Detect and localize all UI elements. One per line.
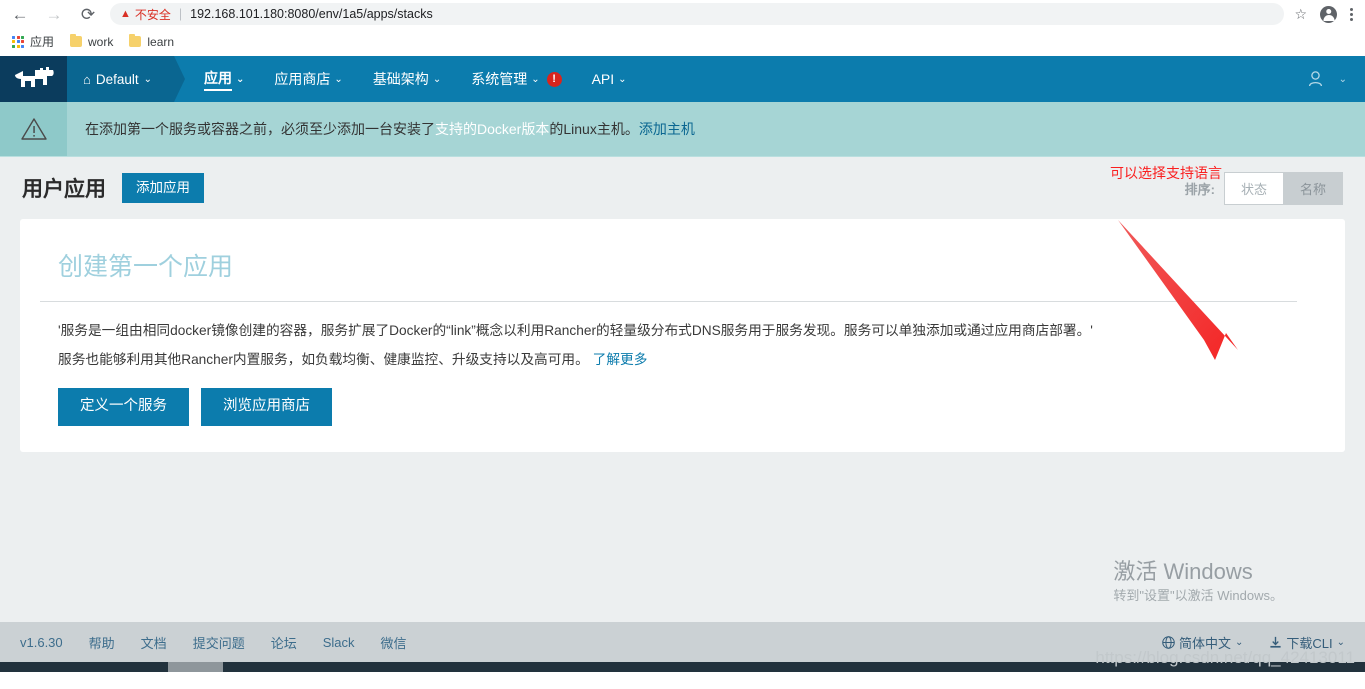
page-title: 用户应用 bbox=[22, 178, 106, 201]
chevron-down-icon: ⌄ bbox=[531, 73, 540, 85]
chevron-down-icon: ⌄ bbox=[618, 73, 627, 85]
page-body: 用户应用 添加应用 排序: 状态 名称 创建第一个应用 '服务是一组由相同doc… bbox=[0, 157, 1365, 622]
address-bar[interactable]: ▲ 不安全 | 192.168.101.180:8080/env/1a5/app… bbox=[110, 3, 1285, 25]
csdn-watermark: https://blog.csdn.net/qq_42413011 bbox=[1095, 648, 1355, 667]
home-icon: ⌂ bbox=[83, 71, 91, 87]
bookmark-learn[interactable]: learn bbox=[129, 33, 175, 49]
environment-label: Default bbox=[95, 71, 139, 87]
reload-icon[interactable]: ⟳ bbox=[78, 4, 98, 24]
banner-text: 在添加第一个服务或容器之前，必须至少添加一台安装了 支持的Docker版本 的Li… bbox=[67, 102, 695, 156]
supported-docker-link[interactable]: 支持的Docker版本 bbox=[435, 119, 549, 139]
forward-icon[interactable]: → bbox=[44, 4, 64, 24]
chevron-down-icon: ⌄ bbox=[143, 73, 153, 85]
nav-items: 应用 ⌄ 应用商店 ⌄ 基础架构 ⌄ 系统管理 ⌄ ! API ⌄ bbox=[174, 56, 629, 102]
nav-item-catalog[interactable]: 应用商店 ⌄ bbox=[272, 66, 344, 92]
card-title: 创建第一个应用 bbox=[58, 253, 234, 281]
apps-grid-icon bbox=[12, 35, 24, 48]
nav-item-label: 基础架构 bbox=[372, 71, 429, 87]
bookmark-work[interactable]: work bbox=[70, 33, 114, 49]
banner-text-middle: 的Linux主机。 bbox=[549, 121, 639, 137]
footer-link-issue[interactable]: 提交问题 bbox=[193, 633, 245, 652]
footer-link-docs[interactable]: 文档 bbox=[141, 633, 167, 652]
nav-item-label: 系统管理 bbox=[471, 71, 528, 87]
bookmark-label: learn bbox=[147, 34, 175, 49]
nav-item-admin[interactable]: 系统管理 ⌄ ! bbox=[469, 66, 563, 92]
globe-icon bbox=[1162, 635, 1175, 649]
define-service-button[interactable]: 定义一个服务 bbox=[58, 388, 189, 427]
card-paragraph-1: '服务是一组由相同docker镜像创建的容器，服务扩展了Docker的“link… bbox=[58, 323, 1093, 338]
omnibox-separator: | bbox=[178, 7, 183, 21]
folder-icon bbox=[70, 33, 83, 47]
learn-more-link[interactable]: 了解更多 bbox=[593, 352, 648, 367]
nav-item-apps[interactable]: 应用 ⌄ bbox=[202, 65, 246, 94]
rancher-logo[interactable] bbox=[0, 56, 67, 102]
user-icon bbox=[1308, 71, 1322, 87]
warning-triangle-icon: ▲ bbox=[120, 8, 131, 20]
rancher-cow-logo-icon bbox=[14, 67, 54, 87]
chevron-down-icon: ⌄ bbox=[334, 73, 343, 85]
banner-text-before: 在添加第一个服务或容器之前，必须至少添加一台安装了 bbox=[85, 121, 435, 137]
create-first-app-card: 创建第一个应用 '服务是一组由相同docker镜像创建的容器，服务扩展了Dock… bbox=[20, 219, 1345, 453]
rancher-top-nav: ⌂ Default ⌄ 应用 ⌄ 应用商店 ⌄ 基础架构 ⌄ 系统管理 ⌄ ! … bbox=[0, 56, 1365, 102]
annotation-text: 可以选择支持语言 bbox=[1110, 165, 1222, 181]
alert-badge-icon[interactable]: ! bbox=[546, 71, 562, 87]
footer-link-wechat[interactable]: 微信 bbox=[381, 633, 407, 652]
footer-link-help[interactable]: 帮助 bbox=[89, 633, 115, 652]
bookmarks-bar: 应用 work learn bbox=[0, 28, 1365, 56]
folder-icon bbox=[129, 33, 142, 47]
chevron-down-icon: ⌄ bbox=[1336, 636, 1345, 648]
bookmark-label: 应用 bbox=[30, 35, 55, 49]
watermark-line-2: 转到"设置"以激活 Windows。 bbox=[1113, 588, 1283, 603]
nav-item-label: 应用商店 bbox=[274, 71, 331, 87]
footer-version[interactable]: v1.6.30 bbox=[20, 635, 63, 650]
bookmark-apps[interactable]: 应用 bbox=[12, 33, 54, 50]
kebab-menu-icon[interactable] bbox=[1350, 7, 1353, 21]
browser-nav-buttons: ← → ⟳ bbox=[10, 4, 98, 24]
browse-catalog-button[interactable]: 浏览应用商店 bbox=[201, 388, 332, 427]
banner-icon-container bbox=[0, 102, 67, 156]
warning-triangle-icon bbox=[20, 118, 47, 140]
footer-link-slack[interactable]: Slack bbox=[323, 635, 355, 650]
windows-activation-watermark: 激活 Windows 转到"设置"以激活 Windows。 bbox=[1113, 558, 1283, 605]
environment-selector[interactable]: ⌂ Default ⌄ bbox=[67, 56, 186, 102]
browser-right-actions: ☆ bbox=[1294, 5, 1355, 23]
card-action-buttons: 定义一个服务 浏览应用商店 bbox=[40, 388, 1319, 427]
bookmark-label: work bbox=[88, 34, 114, 49]
host-warning-banner: 在添加第一个服务或容器之前，必须至少添加一台安装了 支持的Docker版本 的Li… bbox=[0, 102, 1365, 157]
profile-avatar-icon[interactable] bbox=[1320, 5, 1337, 23]
url-text: 192.168.101.180:8080/env/1a5/apps/stacks bbox=[190, 7, 433, 21]
card-divider bbox=[40, 301, 1297, 302]
nav-item-label: API bbox=[591, 71, 615, 87]
footer-link-forum[interactable]: 论坛 bbox=[271, 633, 297, 652]
sort-segmented-buttons: 状态 名称 bbox=[1223, 171, 1343, 205]
chevron-down-icon: ⌄ bbox=[1338, 73, 1347, 85]
download-icon bbox=[1270, 636, 1281, 648]
add-host-link[interactable]: 添加主机 bbox=[639, 119, 695, 139]
sort-by-state-button[interactable]: 状态 bbox=[1223, 171, 1284, 205]
footer-links: v1.6.30 帮助 文档 提交问题 论坛 Slack 微信 bbox=[20, 633, 407, 652]
watermark-line-1: 激活 Windows bbox=[1113, 558, 1253, 584]
chevron-down-icon: ⌄ bbox=[432, 73, 442, 85]
page-footer: v1.6.30 帮助 文档 提交问题 论坛 Slack 微信 简体中文 ⌄ 下载… bbox=[0, 622, 1365, 667]
nav-item-label: 应用 bbox=[204, 68, 233, 91]
nav-user-menu[interactable]: ⌄ bbox=[1308, 56, 1365, 102]
back-icon[interactable]: ← bbox=[10, 4, 30, 24]
chevron-down-icon: ⌄ bbox=[1234, 636, 1244, 648]
chevron-down-icon: ⌄ bbox=[236, 73, 245, 85]
taskbar-segment bbox=[168, 662, 223, 672]
security-label: 不安全 bbox=[134, 7, 171, 22]
sort-by-name-button[interactable]: 名称 bbox=[1283, 171, 1343, 205]
card-paragraph-2: 服务也能够利用其他Rancher内置服务，如负载均衡、健康监控、升级支持以及高可… bbox=[40, 349, 1319, 370]
nav-item-api[interactable]: API ⌄ bbox=[590, 68, 629, 90]
browser-toolbar: ← → ⟳ ▲ 不安全 | 192.168.101.180:8080/env/1… bbox=[0, 0, 1365, 28]
add-app-button[interactable]: 添加应用 bbox=[122, 172, 204, 204]
card-paragraph-2-text: 服务也能够利用其他Rancher内置服务，如负载均衡、健康监控、升级支持以及高可… bbox=[58, 352, 589, 368]
nav-item-infrastructure[interactable]: 基础架构 ⌄ bbox=[371, 66, 443, 92]
bookmark-star-icon[interactable]: ☆ bbox=[1294, 6, 1307, 23]
security-warning[interactable]: ▲ 不安全 bbox=[120, 6, 171, 23]
